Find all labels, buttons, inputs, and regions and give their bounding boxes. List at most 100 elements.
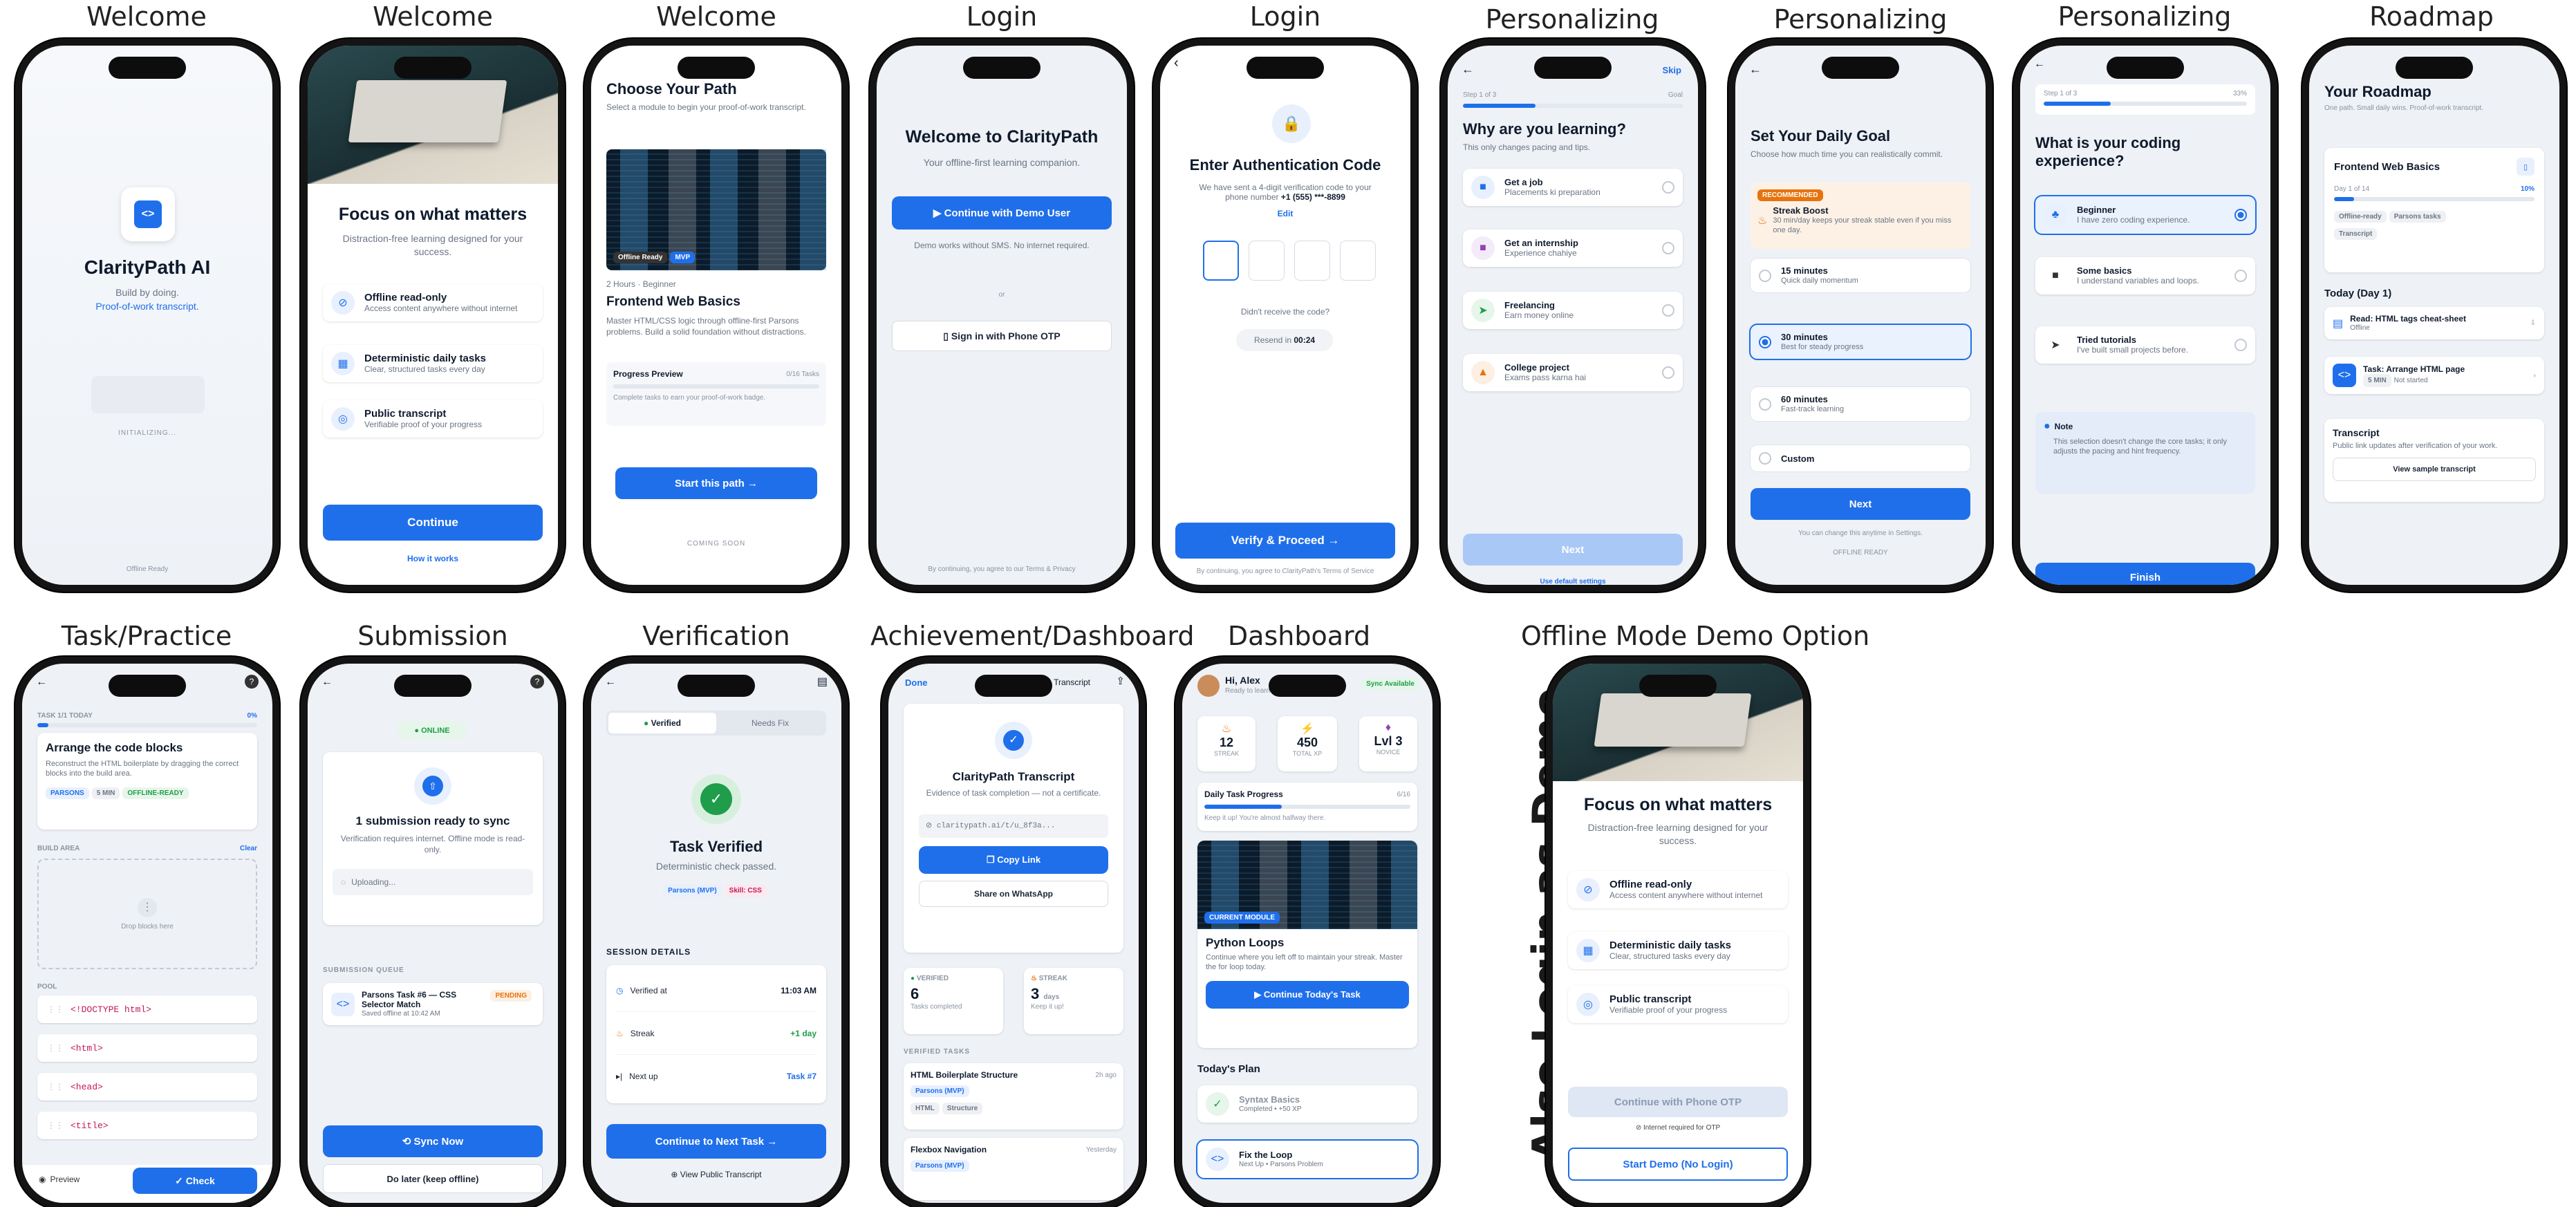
option-beginner[interactable]: ♣ Beginner I have zero coding experience. [2035, 196, 2255, 234]
flame-icon: ♨ [1757, 214, 1768, 227]
drag-handle-icon: ⋮ [138, 897, 157, 917]
done-button[interactable]: Done [905, 677, 928, 688]
plan-item-done[interactable]: ✓ Syntax Basics Completed • +50 XP [1197, 1085, 1417, 1123]
back-arrow-icon[interactable]: ← [321, 676, 333, 689]
option-30[interactable]: 30 minutes Best for steady progress [1751, 325, 1970, 359]
default-settings-link[interactable]: Use default settings [1448, 578, 1698, 585]
check-button[interactable]: ✓ Check [133, 1168, 257, 1194]
screen-label: Welcome [656, 1, 776, 32]
otp-digit-3[interactable] [1294, 241, 1330, 281]
skip-button[interactable]: Skip [1663, 65, 1681, 75]
code-block[interactable]: <head> [37, 1073, 257, 1101]
sync-now-button[interactable]: ⟲ Sync Now [323, 1125, 543, 1157]
share-icon[interactable]: ⇪ [1116, 675, 1125, 687]
tagline-link: Proof-of-work transcript. [95, 301, 199, 312]
start-path-button[interactable]: Start this path → [615, 467, 817, 499]
back-arrow-icon[interactable]: ← [36, 676, 47, 689]
start-demo-button[interactable]: Start Demo (No Login) [1568, 1148, 1788, 1181]
demo-user-button[interactable]: ▶ Continue with Demo User [892, 196, 1112, 230]
screen-label: Welcome [373, 1, 493, 32]
resend-timer[interactable]: Resend in 00:24 [1236, 329, 1333, 351]
build-area[interactable]: ⋮ Drop blocks here [37, 859, 257, 969]
eye-icon: ◉ [39, 1175, 46, 1184]
screen-label: Achievement/Dashboard [870, 621, 1195, 651]
tab-needs-fix[interactable]: Needs Fix [716, 713, 824, 733]
tab-verified[interactable]: ● Verified [608, 713, 716, 733]
plan-item-next[interactable]: <> Fix the Loop Next Up • Parsons Problem [1197, 1141, 1417, 1178]
code-block[interactable]: <html> [37, 1034, 257, 1062]
transcript-link-field[interactable]: ⊘ claritypath.ai/t/u_8f3a... [919, 814, 1108, 838]
phone-submission: ← ? ● ONLINE ⇧ 1 submission ready to syn… [301, 657, 565, 1207]
welcome-title: Focus on what matters [1583, 795, 1773, 814]
continue-button[interactable]: Continue [323, 505, 543, 541]
didnt-receive: Didn't receive the code? [1240, 307, 1330, 317]
rocket-icon: ➤ [2044, 333, 2067, 357]
code-block[interactable]: <title> [37, 1112, 257, 1139]
tabs: ● Verified Needs Fix [606, 711, 826, 736]
how-it-works-link[interactable]: How it works [308, 554, 558, 563]
task-arrange[interactable]: <> Task: Arrange HTML page 5 MIN Not starte… [2324, 357, 2544, 394]
clock-icon: ◷ [616, 985, 624, 995]
exp-title: What is your coding experience? [2035, 134, 2181, 170]
task-read[interactable]: ▤ Read: HTML tags cheat-sheet Offline ⇩ [2324, 307, 2544, 339]
online-badge: ● ONLINE [398, 722, 467, 740]
flame-icon: ♨ [616, 1028, 624, 1038]
otp-digit-4[interactable] [1340, 241, 1376, 281]
step-card: Step 1 of 3 33% [2035, 84, 2255, 115]
phone-otp-button[interactable]: Continue with Phone OTP [1568, 1087, 1788, 1117]
duration: 2 Hours [606, 279, 636, 289]
screen-label: Submission [357, 621, 508, 651]
otp-digit-2[interactable] [1249, 241, 1285, 281]
doc-icon[interactable]: ▤ [817, 675, 828, 689]
next-button[interactable]: Next [1751, 488, 1970, 520]
avatar[interactable] [1197, 675, 1220, 697]
option-15[interactable]: 15 minutes Quick daily momentum [1751, 259, 1970, 293]
code-block[interactable]: <!DOCTYPE html> [37, 995, 257, 1023]
continue-task-button[interactable]: ▶ Continue Today's Task [1206, 980, 1409, 1009]
option-custom[interactable]: Custom [1751, 445, 1970, 471]
streak-boost-card: RECOMMENDED ♨ Streak Boost 30 min/day keep… [1751, 183, 1970, 249]
stat-streak: ♨ 12 STREAK [1197, 716, 1256, 771]
terms-text[interactable]: By continuing, you agree to our Terms & … [877, 565, 1127, 573]
screen-label: Dashboard [1227, 621, 1371, 651]
edit-link[interactable]: Edit [1160, 209, 1410, 218]
feature-tasks: ▦ Deterministic daily tasks Clear, structu… [323, 345, 543, 382]
back-arrow-icon[interactable]: ← [605, 676, 616, 689]
option-60[interactable]: 60 minutes Fast-track learning [1751, 387, 1970, 422]
clear-button[interactable]: Clear [240, 845, 257, 852]
sync-badge[interactable]: Sync Available [1361, 677, 1420, 691]
phone-otp-button[interactable]: ▯ Sign in with Phone OTP [892, 321, 1112, 351]
phone-welcome: Focus on what matters Distraction-free l… [301, 39, 565, 592]
option-college[interactable]: ▲ College project Exams pass karna hai [1463, 354, 1683, 391]
option-internship[interactable]: ■ Get an internship Experience chahiye [1463, 230, 1683, 267]
verified-task[interactable]: Flexbox Navigation Yesterday Parsons (MVP) [904, 1138, 1123, 1200]
course-desc: Master HTML/CSS logic through offline-fi… [606, 316, 806, 337]
option-basics[interactable]: ■ Some basics I understand variables and l… [2035, 257, 2255, 294]
option-job[interactable]: ■ Get a job Placements ki preparation [1463, 169, 1683, 206]
copy-link-button[interactable]: ❐ Copy Link [919, 845, 1108, 874]
calendar-icon: ▦ [1576, 939, 1600, 962]
info-icon: ● [2044, 420, 2051, 432]
finish-button[interactable]: Finish [2035, 563, 2255, 585]
otp-digit-1[interactable] [1203, 241, 1239, 281]
greeting: Hi, Alex [1225, 675, 1260, 686]
view-transcript-button[interactable]: View sample transcript [2333, 458, 2536, 482]
help-icon[interactable]: ? [245, 675, 259, 689]
course-card[interactable]: Frontend Web Basics ▯ Day 1 of 14 10% Offl… [2324, 148, 2544, 272]
next-button[interactable]: Next [1463, 534, 1683, 565]
back-arrow-icon[interactable]: ← [1749, 62, 1762, 77]
code-icon: <> [134, 200, 162, 228]
back-arrow-icon[interactable]: ← [1462, 62, 1474, 77]
verified-task[interactable]: HTML Boilerplate Structure 2h ago Parsons … [904, 1063, 1123, 1130]
option-freelancing[interactable]: ➤ Freelancing Earn money online [1463, 292, 1683, 329]
verify-button[interactable]: Verify & Proceed → [1175, 523, 1395, 559]
next-task-button[interactable]: Continue to Next Task → [606, 1124, 826, 1159]
option-tutorials[interactable]: ➤ Tried tutorials I've built small project… [2035, 326, 2255, 364]
public-transcript-link[interactable]: ⊕ View Public Transcript [591, 1170, 841, 1179]
whatsapp-button[interactable]: Share on WhatsApp [919, 880, 1108, 907]
preview-button[interactable]: ◉ Preview [39, 1175, 80, 1184]
do-later-button[interactable]: Do later (keep offline) [323, 1164, 543, 1193]
help-icon[interactable]: ? [530, 675, 544, 689]
bottom-bar: ◉ Preview ✓ Check [22, 1165, 272, 1203]
queue-item[interactable]: <> Parsons Task #6 — CSS Selector Match Sa… [323, 983, 543, 1025]
